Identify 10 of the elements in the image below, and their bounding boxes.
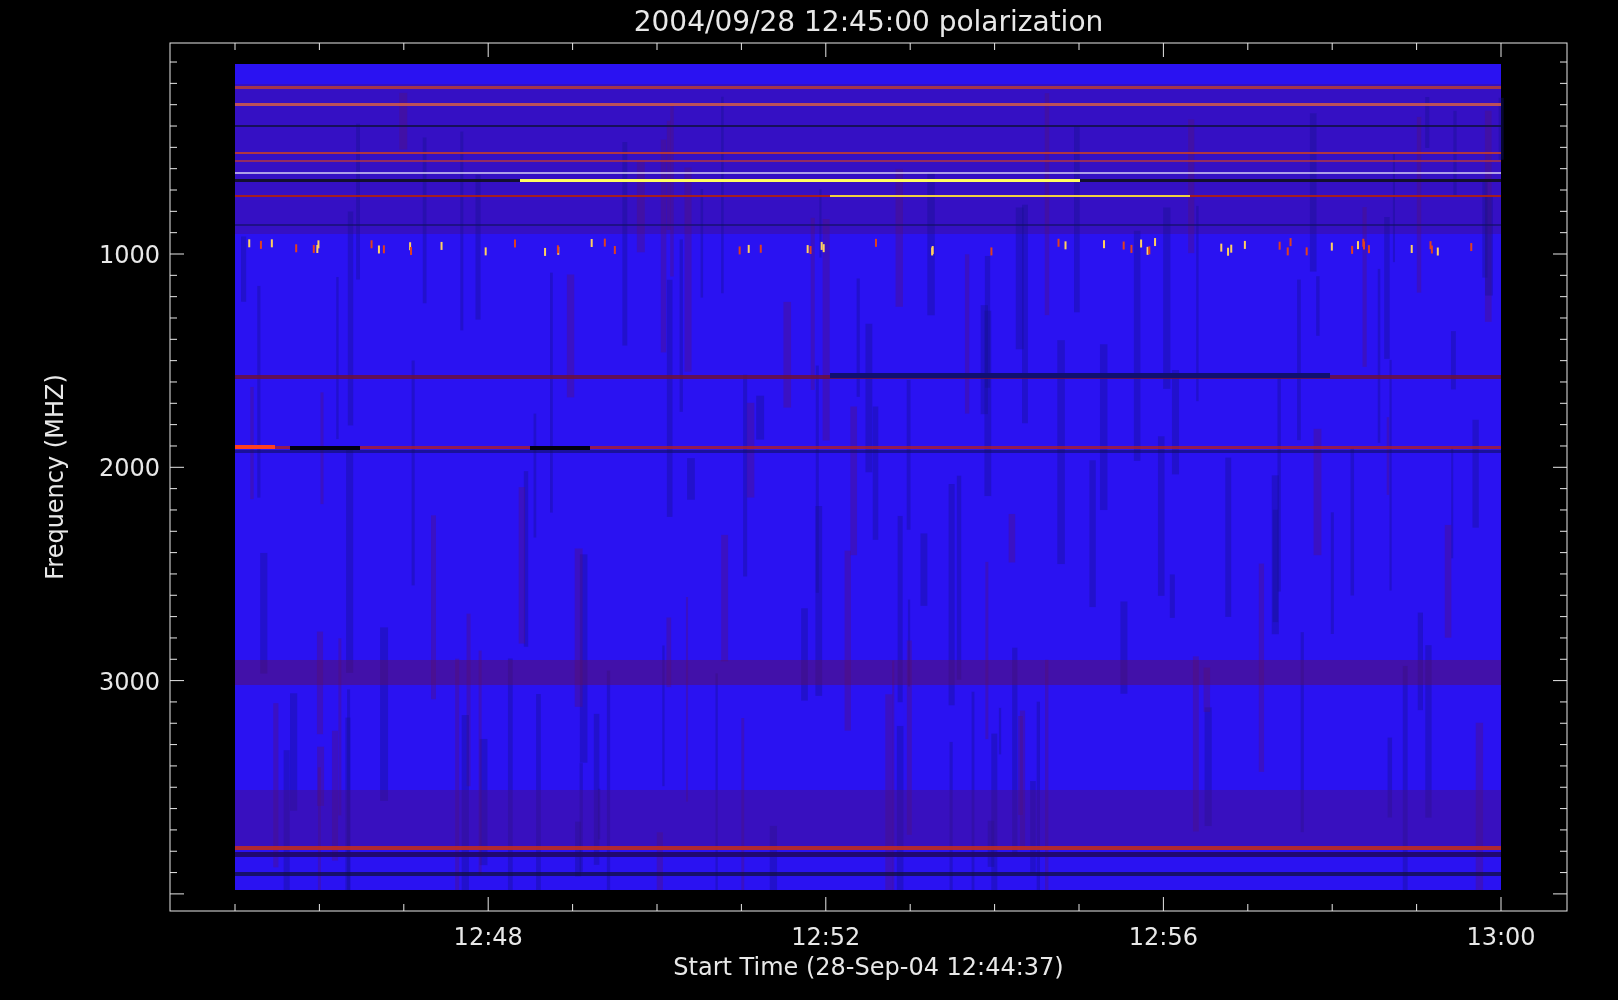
x-tick-label: 12:56 — [1128, 923, 1198, 951]
x-tick-label: 12:52 — [791, 923, 861, 951]
y-tick-label: 2000 — [98, 454, 160, 483]
x-axis-label: Start Time (28-Sep-04 12:44:37) — [673, 953, 1064, 981]
x-tick-label: 12:48 — [453, 923, 523, 951]
y-tick-label: 3000 — [98, 667, 160, 696]
y-tick-label: 1000 — [98, 241, 160, 269]
y-axis-label: Frequency (MHZ) — [41, 374, 69, 580]
x-tick-label: 13:00 — [1466, 923, 1536, 951]
plot-title: 2004/09/28 12:45:00 polarization — [633, 5, 1104, 38]
